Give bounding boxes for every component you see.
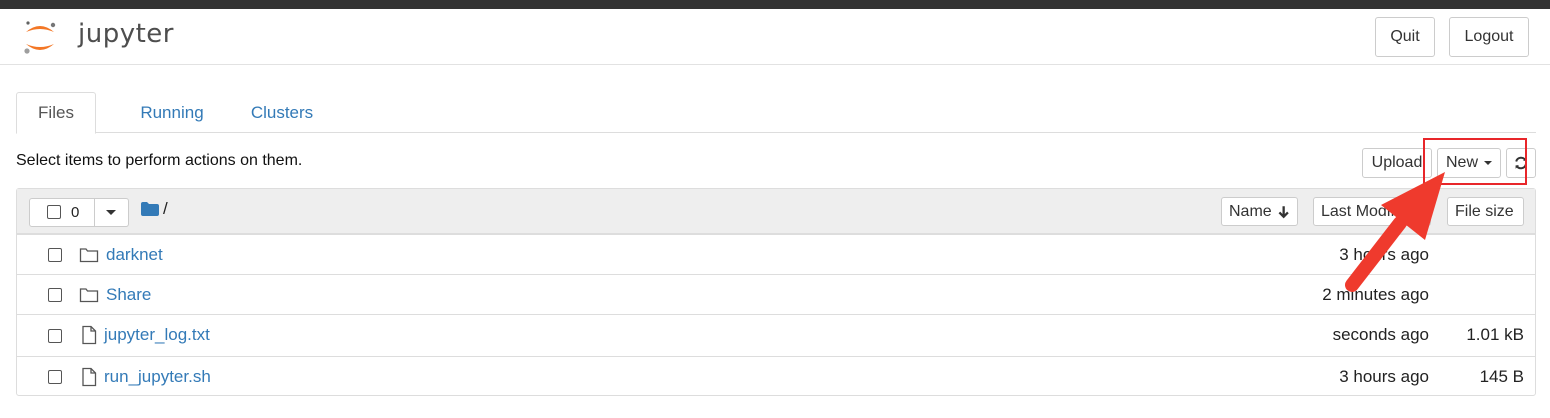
upload-button[interactable]: Upload — [1362, 148, 1432, 178]
logo-text: jupyter — [78, 19, 174, 49]
select-menu-caret-icon[interactable] — [106, 210, 116, 215]
annotation-highlight-box — [1423, 138, 1527, 185]
file-icon — [82, 367, 97, 387]
select-all-checkbox[interactable] — [47, 205, 61, 219]
item-checkbox[interactable] — [48, 248, 62, 262]
breadcrumb-path[interactable]: / — [163, 199, 168, 219]
item-modified: seconds ago — [1332, 325, 1429, 344]
item-checkbox[interactable] — [48, 329, 62, 343]
sort-by-file-size-button[interactable]: File size — [1447, 197, 1524, 226]
window-top-bar — [0, 0, 1550, 9]
item-size: 145 B — [1479, 367, 1524, 386]
file-list-header: 0 / Name Last Modified File size — [17, 189, 1535, 234]
logout-button[interactable]: Logout — [1449, 17, 1529, 57]
sort-size-label: File size — [1455, 202, 1514, 220]
sort-by-name-button[interactable]: Name — [1221, 197, 1298, 226]
tab-clusters[interactable]: Clusters — [222, 92, 342, 133]
item-name-link[interactable]: darknet — [106, 245, 163, 265]
tab-files[interactable]: Files — [16, 92, 96, 134]
folder-outline-icon — [79, 248, 99, 263]
folder-icon[interactable] — [141, 202, 159, 216]
selected-count: 0 — [71, 204, 80, 221]
folder-outline-icon — [79, 288, 99, 303]
item-checkbox[interactable] — [48, 288, 62, 302]
list-item[interactable]: run_jupyter.sh 3 hours ago 145 B — [17, 356, 1535, 396]
quit-button[interactable]: Quit — [1375, 17, 1435, 57]
list-item[interactable]: Share 2 minutes ago — [17, 274, 1535, 314]
list-item[interactable]: darknet 3 hours ago — [17, 234, 1535, 274]
item-modified: 2 minutes ago — [1322, 285, 1429, 304]
file-icon — [82, 325, 97, 345]
tab-running[interactable]: Running — [112, 92, 232, 133]
sort-by-last-modified-button[interactable]: Last Modified — [1313, 197, 1431, 226]
tab-bar: Files Running Clusters — [16, 92, 1536, 134]
header: jupyter Quit Logout — [0, 9, 1550, 65]
sort-name-label: Name — [1229, 202, 1272, 220]
item-modified: 3 hours ago — [1339, 245, 1429, 264]
jupyter-logo[interactable]: jupyter — [20, 18, 173, 58]
arrow-down-icon — [1278, 205, 1289, 218]
item-name-link[interactable]: run_jupyter.sh — [104, 367, 211, 387]
file-list: 0 / Name Last Modified File size darknet… — [16, 188, 1536, 396]
item-size: 1.01 kB — [1466, 325, 1524, 344]
item-name-link[interactable]: jupyter_log.txt — [104, 325, 210, 345]
item-name-link[interactable]: Share — [106, 285, 151, 305]
list-item[interactable]: jupyter_log.txt seconds ago 1.01 kB — [17, 314, 1535, 356]
jupyter-logo-icon — [24, 21, 56, 54]
sort-modified-label: Last Modified — [1321, 202, 1417, 220]
item-checkbox[interactable] — [48, 370, 62, 384]
item-modified: 3 hours ago — [1339, 367, 1429, 386]
selection-hint: Select items to perform actions on them. — [16, 152, 303, 169]
select-all-group[interactable]: 0 — [29, 198, 129, 227]
